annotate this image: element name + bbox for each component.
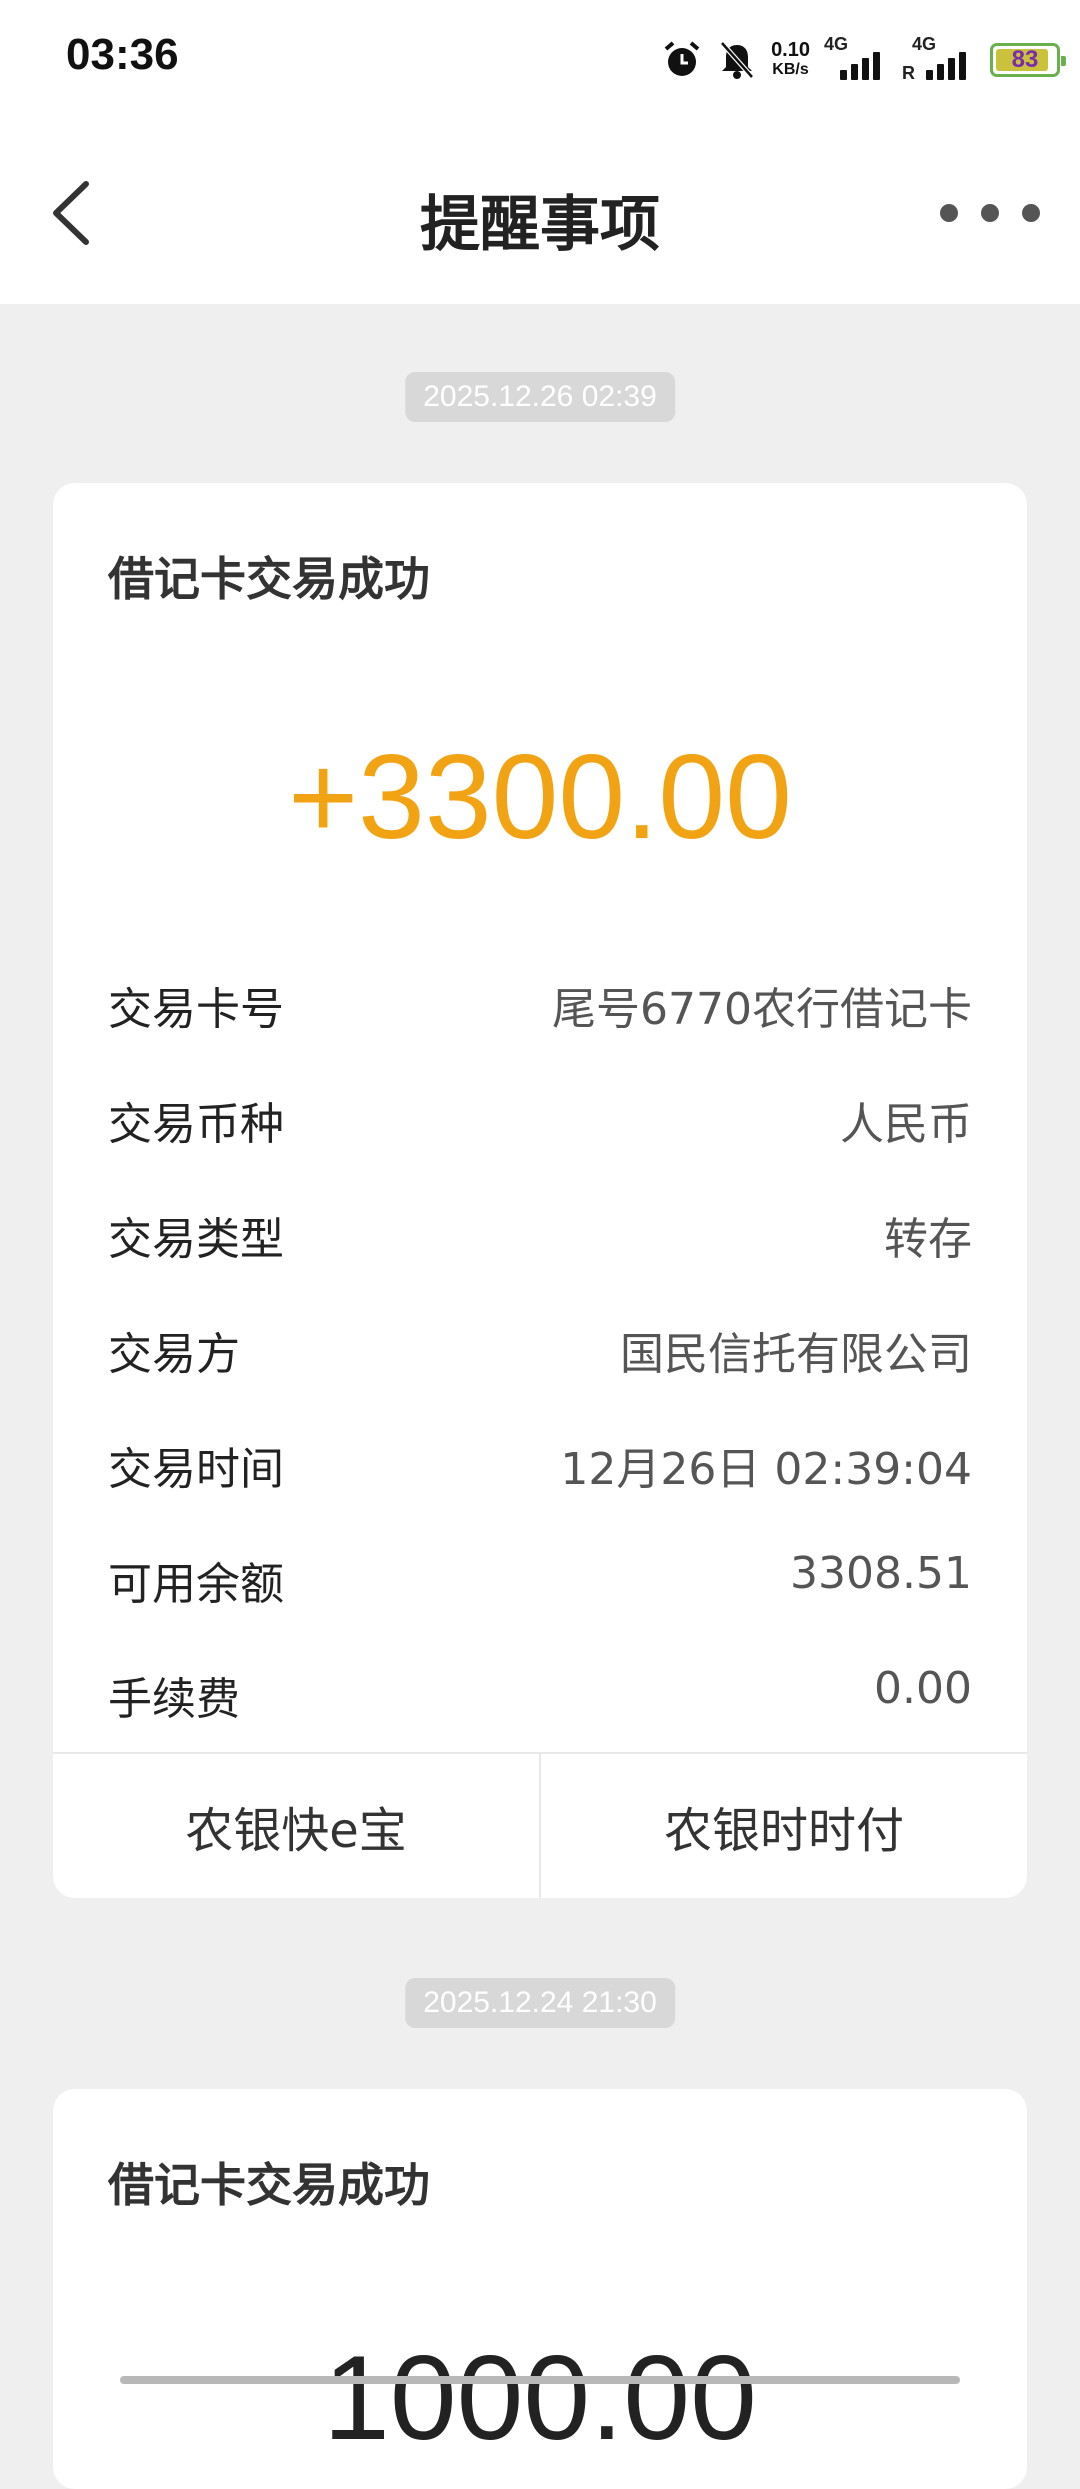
net-speed: 0.10 KB/s bbox=[771, 39, 810, 78]
status-time: 03:36 bbox=[66, 30, 179, 79]
detail-label: 交易类型 bbox=[108, 1214, 284, 1265]
more-icon[interactable] bbox=[940, 198, 1040, 228]
mute-bell-icon bbox=[720, 41, 754, 79]
detail-row: 手续费 0.00 bbox=[108, 1663, 972, 1725]
detail-row: 交易卡号 尾号6770农行借记卡 bbox=[108, 973, 972, 1035]
detail-value: 尾号6770农行借记卡 bbox=[552, 984, 972, 1035]
message-card: 借记卡交易成功 1000.00 bbox=[53, 2089, 1027, 2489]
battery-icon: 83 bbox=[990, 43, 1066, 77]
detail-label: 手续费 bbox=[108, 1674, 240, 1725]
app-bar: 提醒事项 bbox=[0, 118, 1080, 304]
detail-label: 交易卡号 bbox=[108, 984, 284, 1035]
detail-label: 交易方 bbox=[108, 1329, 240, 1380]
alarm-icon bbox=[664, 41, 700, 76]
message-date: 2025.12.26 02:39 bbox=[405, 372, 675, 422]
card-title: 借记卡交易成功 bbox=[108, 2158, 430, 2212]
kuai-e-bao-button[interactable]: 农银快e宝 bbox=[53, 1754, 539, 1898]
detail-row: 交易币种 人民币 bbox=[108, 1088, 972, 1150]
scrollbar[interactable] bbox=[120, 2376, 960, 2384]
detail-value: 人民币 bbox=[840, 1099, 972, 1150]
detail-label: 交易币种 bbox=[108, 1099, 284, 1150]
detail-value: 转存 bbox=[884, 1214, 972, 1265]
signal-icon: 4G bbox=[824, 34, 886, 80]
page-title: 提醒事项 bbox=[420, 190, 660, 260]
detail-row: 可用余额 3308.51 bbox=[108, 1548, 972, 1610]
signal-icon: 4G R bbox=[900, 34, 970, 83]
detail-value: 0.00 bbox=[874, 1663, 972, 1714]
detail-value: 12月26日 02:39:04 bbox=[560, 1444, 972, 1495]
detail-value: 3308.51 bbox=[790, 1548, 972, 1599]
detail-row: 交易方 国民信托有限公司 bbox=[108, 1318, 972, 1380]
shi-shi-fu-button[interactable]: 农银时时付 bbox=[539, 1754, 1027, 1898]
status-icons: 0.10 KB/s 4G 4G R 83 bbox=[661, 32, 1066, 88]
status-bar: 03:36 0.10 KB/s 4G 4G R 83 bbox=[0, 0, 1080, 118]
message-card: 借记卡交易成功 +3300.00 交易卡号 尾号6770农行借记卡 交易币种 人… bbox=[53, 483, 1027, 1898]
card-actions: 农银快e宝 农银时时付 bbox=[53, 1752, 1027, 1898]
card-title: 借记卡交易成功 bbox=[108, 552, 430, 606]
detail-row: 交易时间 12月26日 02:39:04 bbox=[108, 1433, 972, 1495]
detail-label: 可用余额 bbox=[108, 1559, 284, 1610]
detail-label: 交易时间 bbox=[108, 1444, 284, 1495]
detail-value: 国民信托有限公司 bbox=[620, 1329, 972, 1380]
transaction-amount: 1000.00 bbox=[323, 2331, 757, 2465]
message-date: 2025.12.24 21:30 bbox=[405, 1978, 675, 2028]
transaction-amount: +3300.00 bbox=[288, 730, 792, 864]
detail-row: 交易类型 转存 bbox=[108, 1203, 972, 1265]
